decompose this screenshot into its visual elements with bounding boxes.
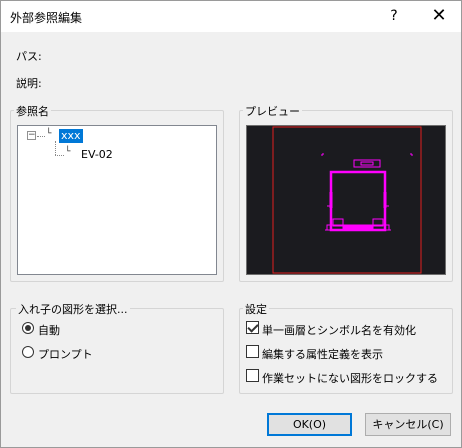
display-attributes-checkbox[interactable] bbox=[246, 345, 259, 358]
xref-preview-drawing bbox=[272, 126, 422, 274]
preview-group-title: プレビュー bbox=[243, 103, 302, 119]
auto-radio[interactable] bbox=[22, 322, 34, 334]
preview-frame bbox=[272, 126, 422, 274]
tree-node-root[interactable]: xxx bbox=[59, 129, 83, 143]
block-icon: └ bbox=[65, 147, 71, 157]
help-button[interactable]: ? bbox=[377, 1, 411, 32]
display-attributes-label[interactable]: 編集する属性定義を表示 bbox=[262, 346, 383, 362]
close-button[interactable]: ✕ bbox=[417, 1, 461, 32]
reference-name-group-title: 参照名 bbox=[14, 103, 51, 119]
cancel-button[interactable]: キャンセル(C) bbox=[365, 413, 451, 436]
prompt-radio[interactable] bbox=[22, 346, 34, 358]
dialog-window: 外部参照編集 ? ✕ パス: 説明: 参照名 − └ xxx └ EV-02 プ… bbox=[0, 0, 462, 448]
lock-objects-checkbox[interactable] bbox=[246, 369, 259, 382]
unique-layer-symbol-label[interactable]: 単一画層とシンボル名を有効化 bbox=[262, 322, 416, 338]
tree-connector-vertical bbox=[55, 141, 56, 155]
prompt-radio-label[interactable]: プロンプト bbox=[38, 346, 93, 362]
block-icon: └ bbox=[46, 129, 52, 139]
elevator-drawing bbox=[321, 153, 413, 232]
ok-button[interactable]: OK(O) bbox=[267, 413, 352, 436]
lock-objects-label[interactable]: 作業セットにない図形をロックする bbox=[262, 370, 438, 386]
description-label: 説明: bbox=[16, 77, 42, 90]
unique-layer-symbol-checkbox[interactable] bbox=[246, 321, 259, 334]
tree-node-child[interactable]: EV-02 bbox=[81, 148, 113, 161]
title-bar: 外部参照編集 ? ✕ bbox=[1, 1, 461, 32]
nested-objects-group-title: 入れ子の図形を選択... bbox=[16, 301, 130, 317]
path-label: パス: bbox=[16, 50, 42, 63]
dialog-title: 外部参照編集 bbox=[10, 11, 83, 25]
tree-connector-child bbox=[55, 155, 64, 156]
collapse-icon[interactable]: − bbox=[27, 131, 36, 140]
settings-group-title: 設定 bbox=[243, 301, 269, 317]
reference-tree[interactable]: − └ xxx └ EV-02 bbox=[17, 125, 217, 275]
preview-canvas bbox=[246, 125, 446, 275]
auto-radio-label[interactable]: 自動 bbox=[38, 322, 60, 338]
tree-connector bbox=[37, 136, 45, 137]
